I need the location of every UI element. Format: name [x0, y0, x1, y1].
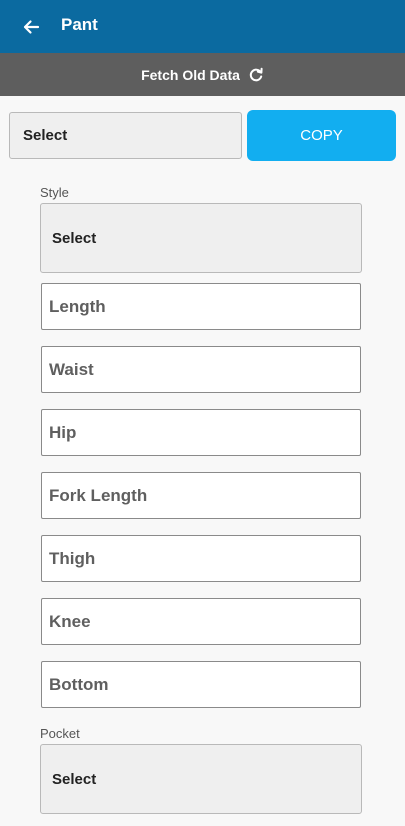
fetch-old-data-button[interactable]: Fetch Old Data [0, 53, 405, 96]
pocket-select-value: Select [52, 770, 97, 788]
fetch-label: Fetch Old Data [141, 66, 240, 83]
app-bar: Pant [0, 0, 405, 53]
bottom-field[interactable] [41, 661, 361, 708]
fork-length-field[interactable] [41, 472, 361, 519]
copy-button-label: COPY [300, 127, 343, 144]
style-select-value: Select [52, 229, 97, 247]
arrow-left-icon [22, 18, 40, 36]
pocket-select[interactable]: Select [40, 744, 362, 814]
refresh-icon [248, 67, 264, 83]
page-title: Pant [61, 14, 98, 34]
waist-field[interactable] [41, 346, 361, 393]
pocket-label: Pocket [40, 726, 80, 741]
thigh-field[interactable] [41, 535, 361, 582]
style-label: Style [40, 185, 69, 200]
back-button[interactable] [17, 13, 45, 41]
copy-button[interactable]: COPY [247, 110, 396, 161]
copy-source-value: Select [23, 127, 68, 144]
knee-field[interactable] [41, 598, 361, 645]
length-field[interactable] [41, 283, 361, 330]
style-select[interactable]: Select [40, 203, 362, 273]
hip-field[interactable] [41, 409, 361, 456]
copy-source-select[interactable]: Select [9, 112, 242, 159]
